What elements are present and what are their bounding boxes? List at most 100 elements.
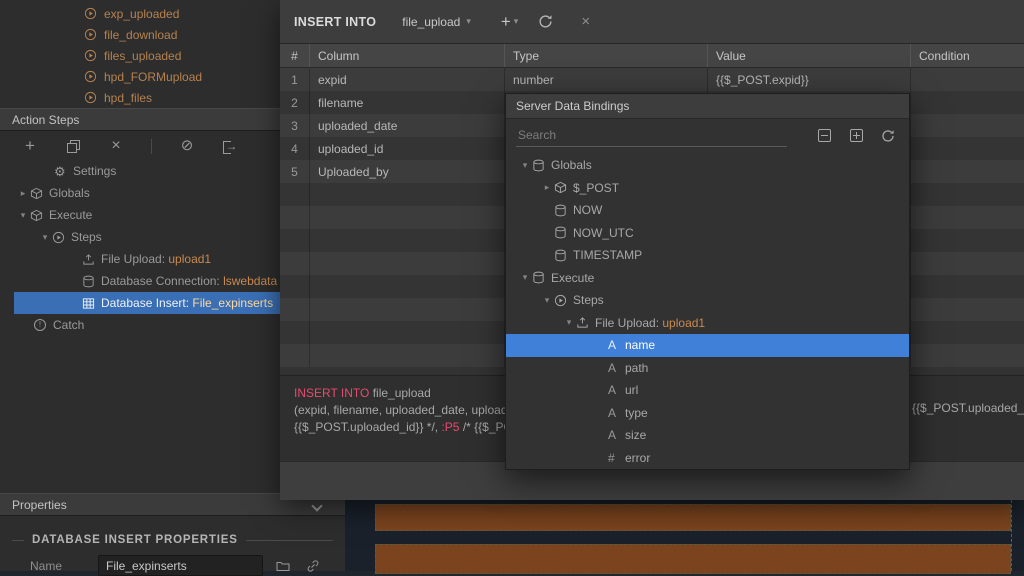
column-header: Column [310,44,505,67]
popup-search-row [506,119,909,152]
string-type-icon [608,406,625,420]
name-input[interactable] [98,555,263,576]
close-icon[interactable] [581,13,590,30]
action-steps-title: Action Steps [12,112,80,127]
binding-label: url [625,383,639,398]
binding-label: NOW [573,203,603,218]
cell-condition[interactable] [911,137,1024,160]
column-header: # [280,44,310,67]
cell-column[interactable]: uploaded_date [310,114,505,137]
cell-column[interactable]: expid [310,68,505,91]
design-canvas [345,500,1024,574]
binding-execute[interactable]: Execute [506,267,909,290]
popup-header: Server Data Bindings [506,94,909,119]
expand-all-button[interactable] [845,125,867,147]
search-input[interactable] [516,124,787,147]
explorer-item-label: file_download [104,27,178,42]
gear-icon [54,165,73,178]
binding-label: Steps [573,293,604,308]
binding-field-name[interactable]: name [506,334,909,357]
database-icon [82,275,101,288]
binding-steps[interactable]: Steps [506,289,909,312]
chevron-down-icon[interactable] [38,232,52,243]
divider [245,539,333,541]
collapse-all-button[interactable] [813,125,835,147]
column-header: Value [708,44,911,67]
add-column-button[interactable]: + [501,13,518,30]
database-icon [532,159,551,172]
binding-post[interactable]: $_POST [506,177,909,200]
divider [12,539,24,541]
refresh-button[interactable] [538,14,553,29]
cell-condition[interactable] [911,160,1024,183]
binding-timestamp[interactable]: TIMESTAMP [506,244,909,267]
binding-file-upload[interactable]: File Upload: upload1 [506,312,909,335]
cell-condition[interactable] [911,91,1024,114]
binding-label: NOW_UTC [573,225,634,240]
chevron-down-icon[interactable] [311,500,323,512]
binding-label: Globals [551,158,592,173]
delete-step-button[interactable] [108,137,124,155]
chevron-down-icon[interactable] [562,317,576,328]
canvas-table-row[interactable] [375,504,1011,531]
binding-label: path [625,360,649,375]
table-row[interactable]: 1 expid number {{$_POST.expid}} [280,68,1024,91]
explorer-item-label: files_uploaded [104,48,182,63]
number-type-icon [608,451,625,465]
binding-field-url[interactable]: url [506,379,909,402]
table-select[interactable]: file_upload [402,15,471,29]
step-value: lswebdata [223,274,278,288]
refresh-button[interactable] [877,125,899,147]
cell-condition[interactable] [911,68,1024,91]
string-type-icon [608,361,625,375]
upload-icon [576,316,595,329]
cell-column[interactable]: Uploaded_by [310,160,505,183]
popup-title: Server Data Bindings [516,99,630,113]
chevron-down-icon[interactable] [540,295,554,306]
step-label: Database Insert: [101,296,193,310]
cell-value[interactable]: {{$_POST.expid}} [708,68,911,91]
step-value: File_expinserts [192,296,274,310]
link-icon[interactable] [303,556,323,576]
properties-section-header: DATABASE INSERT PROPERTIES [0,534,345,546]
binding-field-size[interactable]: size [506,424,909,447]
canvas-table-row[interactable] [375,544,1011,574]
server-data-bindings-popup: Server Data Bindings Globals $_POST NOW … [505,93,910,470]
column-header: Type [505,44,708,67]
chevron-down-icon [466,16,471,27]
chevron-down-icon[interactable] [518,160,532,171]
sql-text-fragment: {{$_POST.uploaded_ [912,401,1024,415]
chevron-down-icon[interactable] [518,272,532,283]
cell-column[interactable]: uploaded_id [310,137,505,160]
square-minus-icon [817,129,831,142]
add-step-button[interactable] [22,137,38,155]
binding-label: TIMESTAMP [573,248,643,263]
binding-value: upload1 [662,315,706,330]
catch-icon [34,319,53,331]
database-icon [554,204,573,217]
dialog-title: INSERT INTO [294,14,377,29]
cell-condition[interactable] [911,114,1024,137]
binding-now-utc[interactable]: NOW_UTC [506,222,909,245]
sql-text: file_upload [369,386,431,400]
export-button[interactable] [222,137,238,155]
binding-field-type[interactable]: type [506,402,909,425]
cell-column[interactable]: filename [310,91,505,114]
binding-field-error[interactable]: error [506,447,909,470]
step-label: Globals [49,186,90,200]
binding-now[interactable]: NOW [506,199,909,222]
folder-icon[interactable] [273,556,293,576]
properties-title: Properties [12,497,67,512]
binding-field-path[interactable]: path [506,357,909,380]
play-circle-icon [84,91,97,104]
disable-step-button[interactable] [179,137,195,155]
cell-type[interactable]: number [505,68,708,91]
binding-globals[interactable]: Globals [506,154,909,177]
copy-step-button[interactable] [65,137,81,155]
chevron-right-icon[interactable] [540,182,554,193]
binding-label: Execute [551,270,595,285]
chevron-down-icon[interactable] [16,210,30,221]
copy-icon [66,139,80,153]
upload-icon [82,253,101,266]
chevron-right-icon[interactable] [16,188,30,199]
